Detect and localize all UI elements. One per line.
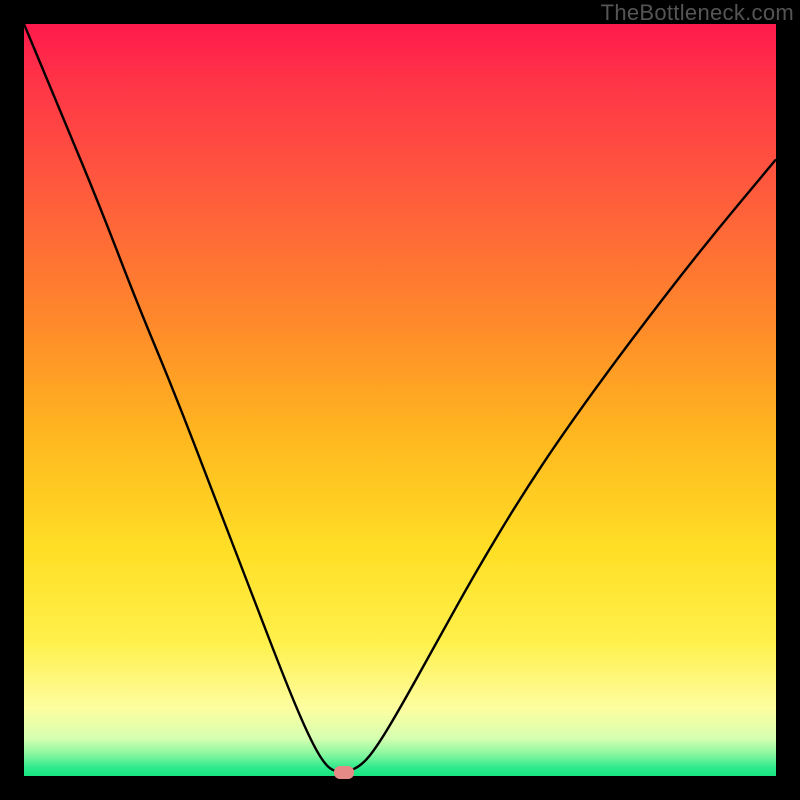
curve-svg xyxy=(24,24,776,776)
watermark-text: TheBottleneck.com xyxy=(601,0,794,26)
chart-frame: TheBottleneck.com xyxy=(0,0,800,800)
plot-area xyxy=(24,24,776,776)
minimum-marker xyxy=(334,766,354,779)
bottleneck-curve xyxy=(24,24,776,772)
